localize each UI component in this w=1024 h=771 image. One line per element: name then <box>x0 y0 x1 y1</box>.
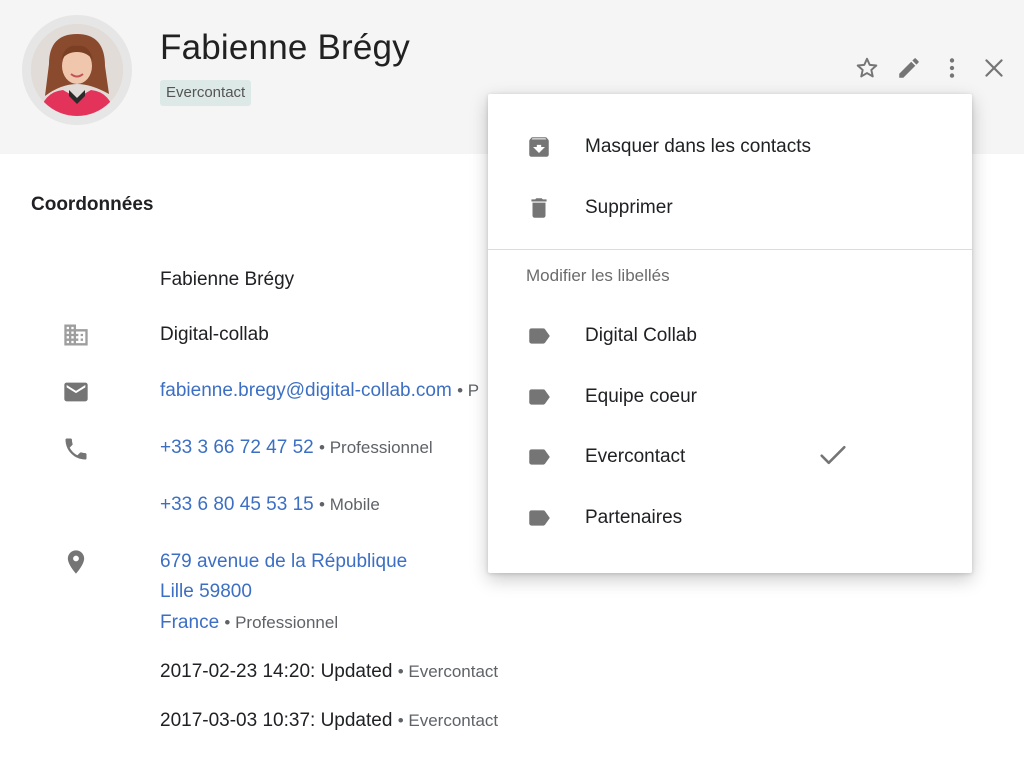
history-text: 2017-02-23 14:20: Updated <box>160 661 393 682</box>
more-actions-menu: Masquer dans les contacts Supprimer Modi… <box>488 94 972 573</box>
close-icon[interactable] <box>978 52 1010 84</box>
address-line3[interactable]: France <box>160 612 219 633</box>
label-icon <box>524 442 554 472</box>
history-source: • Evercontact <box>397 711 499 730</box>
star-icon[interactable] <box>851 52 883 84</box>
address-line2[interactable]: Lille 59800 <box>160 581 252 603</box>
phone-icon <box>60 433 92 465</box>
menu-item-label: Partenaires <box>585 507 683 528</box>
check-icon <box>816 438 850 477</box>
avatar <box>31 24 123 116</box>
address-type: • Professionnel <box>224 613 339 632</box>
phone2-row: +33 6 80 45 53 15 • Mobile <box>160 494 380 516</box>
business-icon <box>60 319 92 351</box>
location-icon <box>60 546 92 578</box>
trash-icon <box>524 193 554 223</box>
menu-item-delete[interactable]: Supprimer <box>488 180 972 236</box>
archive-icon <box>524 132 554 162</box>
history-row: 2017-02-23 14:20: Updated • Evercontact <box>160 661 498 683</box>
menu-label-digital-collab[interactable]: Digital Collab <box>488 308 972 364</box>
menu-divider <box>488 249 972 250</box>
menu-item-label: Equipe coeur <box>585 386 697 407</box>
menu-item-label: Evercontact <box>585 446 686 467</box>
email-type: • P <box>457 381 480 400</box>
company-value: Digital-collab <box>160 324 269 345</box>
address-line1[interactable]: 679 avenue de la République <box>160 551 407 573</box>
full-name-value: Fabienne Brégy <box>160 269 295 290</box>
menu-item-label: Digital Collab <box>585 325 697 346</box>
menu-item-label: Masquer dans les contacts <box>585 136 812 157</box>
email-icon <box>60 376 92 408</box>
phone2-type: • Mobile <box>319 495 380 514</box>
menu-label-equipe-coeur[interactable]: Equipe coeur <box>488 369 972 425</box>
phone1-link[interactable]: +33 3 66 72 47 52 <box>160 437 314 458</box>
menu-item-label: Supprimer <box>585 197 673 218</box>
avatar-ring <box>22 15 132 125</box>
menu-label-partenaires[interactable]: Partenaires <box>488 490 972 546</box>
contact-name: Fabienne Brégy <box>160 28 410 67</box>
history-row: 2017-03-03 10:37: Updated • Evercontact <box>160 710 498 732</box>
history-source: • Evercontact <box>397 662 499 681</box>
menu-label-evercontact[interactable]: Evercontact <box>488 429 972 485</box>
section-title: Coordonnées <box>31 194 154 215</box>
history-text: 2017-03-03 10:37: Updated <box>160 710 393 731</box>
email-link[interactable]: fabienne.bregy@digital-collab.com <box>160 380 452 401</box>
address-line3-row: France • Professionnel <box>160 612 338 634</box>
phone1-row: +33 3 66 72 47 52 • Professionnel <box>160 437 433 459</box>
phone2-link[interactable]: +33 6 80 45 53 15 <box>160 494 314 515</box>
edit-icon[interactable] <box>893 52 925 84</box>
label-icon <box>524 503 554 533</box>
labels-subheader: Modifier les libellés <box>526 266 670 285</box>
menu-item-hide[interactable]: Masquer dans les contacts <box>488 119 972 175</box>
phone1-type: • Professionnel <box>319 438 433 457</box>
email-row: fabienne.bregy@digital-collab.com • P <box>160 380 479 402</box>
label-icon <box>524 321 554 351</box>
label-chip[interactable]: Evercontact <box>160 80 252 106</box>
more-vert-icon[interactable] <box>936 52 968 84</box>
label-icon <box>524 382 554 412</box>
